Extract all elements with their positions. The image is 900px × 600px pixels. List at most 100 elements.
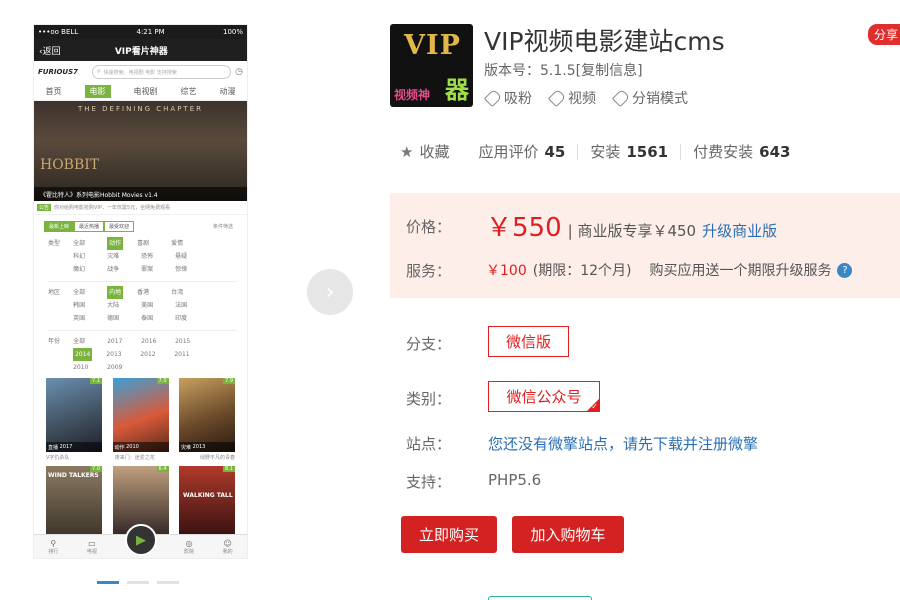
grid-item[interactable]: 战争 — [107, 263, 141, 276]
grid-row-region: 地区 全部 内地 香港 台湾 韩国 大陆 美国 法国 英国 德国 泰国 印度 — [48, 286, 237, 325]
filter-tab[interactable]: 最新上映 — [44, 220, 75, 232]
phone-preview: •••oo BELL 4:21 PM 100% ‹返回 VIP看片神器 FURI… — [33, 24, 248, 559]
grid-item[interactable]: 全部 — [73, 286, 107, 299]
grid-item[interactable]: 印度 — [175, 312, 209, 325]
grid-item[interactable]: 香港 — [137, 286, 171, 299]
grid-item[interactable]: 全部 — [73, 237, 107, 250]
banner-caption: 《霍比特人》系列电影Hobbit Movies v1.4 — [34, 187, 247, 201]
history-clock-icon[interactable]: ◷ — [235, 67, 243, 77]
grid-item[interactable]: 全部 — [73, 335, 107, 348]
movie-poster[interactable]: 7.9 灾难 2013 — [179, 378, 235, 452]
camera-icon[interactable]: ▶ — [125, 524, 157, 556]
filter-tab[interactable]: 最近热播 — [74, 220, 105, 232]
grid-item[interactable]: 2013 — [106, 348, 140, 361]
phone-tab[interactable]: 综艺 — [181, 86, 197, 97]
slide-dot[interactable] — [157, 581, 179, 584]
grid-item[interactable]: 2009 — [107, 361, 141, 374]
grid-item[interactable]: 法国 — [175, 299, 209, 312]
grid-item[interactable]: 韩国 — [73, 299, 107, 312]
service-price: ￥100 — [486, 263, 527, 279]
grid-item-active[interactable]: 内地 — [107, 286, 124, 299]
grid-item-active[interactable]: 2014 — [73, 348, 93, 361]
poster-score: 6.4 — [156, 466, 169, 472]
movie-poster[interactable]: 7.0 动作 2010 — [112, 378, 169, 452]
search-icon: ⚲ — [50, 538, 57, 548]
tab-ranking[interactable]: ⚲ 排行 — [48, 539, 58, 555]
phone-banner[interactable]: THE DEFINING CHAPTER HOBBIT 《霍比特人》系列电影Ho… — [34, 101, 247, 201]
phone-nav-bar: ‹返回 VIP看片神器 — [34, 39, 247, 61]
phone-filter-tabs: 最新上映 最近热播 最受欢迎 条件筛选 — [34, 219, 247, 233]
app-version[interactable]: 版本号：5.1.5[复制信息] — [484, 60, 643, 80]
poster-score: 7.0 — [156, 378, 169, 384]
rating-stat[interactable]: 应用评价 45 — [478, 141, 565, 162]
phone-back-button[interactable]: ‹返回 — [39, 44, 61, 57]
buy-now-button[interactable]: 立即购买 — [401, 516, 497, 553]
grid-item[interactable]: 英国 — [73, 312, 107, 325]
grid-item[interactable]: 2010 — [73, 361, 107, 374]
add-to-cart-button[interactable]: 加入购物车 — [512, 516, 624, 553]
furious-logo: FURIOUS7 — [38, 68, 79, 76]
grid-item[interactable]: 德国 — [107, 312, 141, 325]
grid-item[interactable]: 灾难 — [107, 250, 141, 263]
poster-titles: V字仇杀队 夜来门：迷爱之花 绿野不凡的青春 — [34, 452, 247, 462]
phone-tab[interactable]: 电视剧 — [134, 86, 158, 97]
tag-item[interactable]: 吸粉 — [483, 88, 532, 108]
upgrade-link[interactable]: 升级商业版 — [702, 220, 777, 241]
slide-dot-active[interactable] — [97, 581, 119, 584]
share-button[interactable]: 分享 — [868, 24, 900, 45]
movie-poster[interactable]: 7.1 直播 2017 — [46, 378, 102, 452]
icon-sub-text: 视频神 — [394, 88, 431, 102]
category-option-wechat-account[interactable]: 微信公众号 ✓ — [488, 381, 600, 412]
grid-item[interactable]: 罪案 — [141, 263, 175, 276]
grid-item[interactable]: 喜剧 — [137, 237, 171, 250]
tag-item[interactable]: 视频 — [547, 88, 596, 108]
grid-item[interactable]: 恐怖 — [141, 250, 175, 263]
notice-text: 你对给购电影抢购VIP，一年仅需5元，全网免费观看 — [54, 205, 171, 211]
tab-cinema[interactable]: ◎ 影院 — [184, 539, 194, 555]
grid-label: 类型 — [48, 240, 61, 247]
grid-item[interactable]: 悬疑 — [175, 250, 209, 263]
tv-icon: ▭ — [88, 538, 96, 548]
grid-item[interactable]: 泰国 — [141, 312, 175, 325]
favorite-button[interactable]: ★ 收藏 — [400, 141, 449, 162]
tag-icon — [611, 88, 631, 108]
grid-item[interactable]: 2011 — [174, 348, 208, 361]
filter-condition-link[interactable]: 条件筛选 — [209, 222, 237, 231]
poster-score: 8.1 — [223, 466, 235, 472]
grid-item[interactable]: 2012 — [140, 348, 174, 361]
grid-item[interactable]: 大陆 — [107, 299, 141, 312]
help-icon[interactable]: ? — [837, 262, 853, 278]
grid-item[interactable]: 2016 — [141, 335, 175, 348]
phone-tab[interactable]: 首页 — [46, 86, 62, 97]
grid-item[interactable]: 美国 — [141, 299, 175, 312]
support-value: PHP5.6 — [488, 471, 542, 489]
poster-title-art: WALKING TALL — [183, 492, 233, 499]
next-slide-button[interactable]: › — [307, 269, 353, 315]
tab-mine[interactable]: ☺ 我的 — [223, 539, 233, 555]
grid-item[interactable]: 惊悚 — [175, 263, 209, 276]
phone-search-input[interactable]: ⚲ 快速搜索，电视剧 电影 支持搜索 — [92, 65, 232, 79]
tag-item[interactable]: 分销模式 — [611, 88, 688, 108]
grid-item[interactable]: 2017 — [107, 335, 141, 348]
register-site-link[interactable]: 您还没有微擎站点，请先下载并注册微擎 — [488, 433, 758, 454]
poster-title: V字仇杀队 — [46, 454, 70, 461]
filter-tab[interactable]: 最受欢迎 — [104, 220, 135, 232]
phone-tab-active[interactable]: 电影 — [84, 85, 111, 98]
slide-dot[interactable] — [127, 581, 149, 584]
grid-item[interactable]: 台湾 — [171, 286, 205, 299]
carrier: •••oo BELL — [38, 28, 79, 36]
price-row: ￥550 | 商业版专享￥450 升级商业版 — [486, 207, 777, 244]
grid-item[interactable]: 2015 — [175, 335, 209, 348]
branch-option-wechat[interactable]: 微信版 — [488, 326, 569, 357]
movie-poster[interactable]: 7.0 WIND TALKERS — [46, 466, 102, 540]
movie-poster[interactable]: 8.1 WALKING TALL — [179, 466, 235, 540]
grid-row-year: 年份 全部 2017 2016 2015 2014 2013 2012 2011… — [48, 335, 237, 374]
tab-tv[interactable]: ▭ 电视 — [87, 539, 97, 555]
grid-item[interactable]: 科幻 — [73, 250, 107, 263]
grid-item-active[interactable]: 动作 — [107, 237, 124, 250]
branch-label: 分支： — [406, 335, 452, 353]
phone-tab[interactable]: 动漫 — [220, 86, 236, 97]
grid-item[interactable]: 爱情 — [171, 237, 205, 250]
grid-item[interactable]: 魔幻 — [73, 263, 107, 276]
notice-tag: 公告 — [37, 204, 52, 211]
